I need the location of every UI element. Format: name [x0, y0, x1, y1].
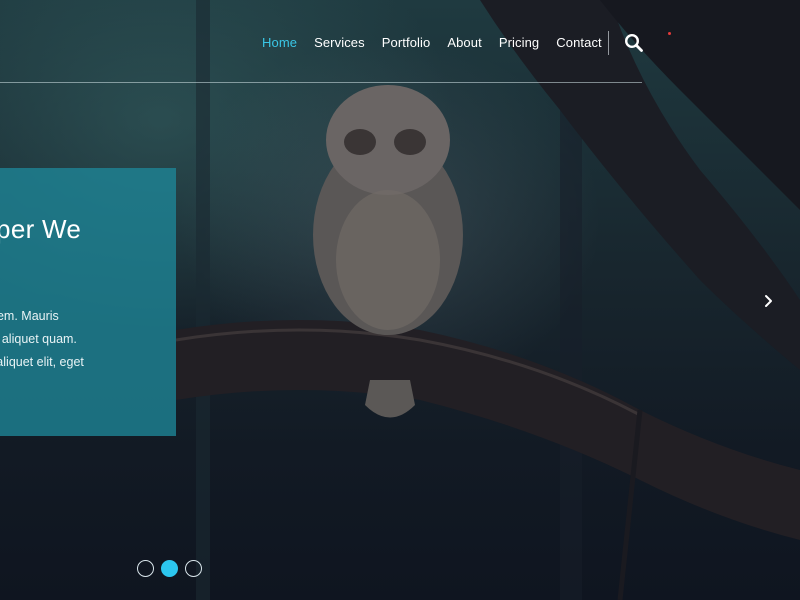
- slide-text-line: urabitur aliquet quam.: [0, 332, 77, 346]
- slide-text-line: blandit aliquet elit, eget: [0, 355, 84, 369]
- nav-item-pricing[interactable]: Pricing: [499, 30, 539, 56]
- slide-text: itor at sem. Mauris urabitur aliquet qua…: [0, 305, 176, 374]
- nav-item-services[interactable]: Services: [314, 30, 365, 56]
- slide-title: asper We: [0, 214, 82, 244]
- hero-slider: Home Services Portfolio About Pricing Co…: [0, 0, 800, 600]
- next-slide-button[interactable]: [762, 292, 776, 310]
- slide-text-line: itor at sem. Mauris: [0, 309, 59, 323]
- search-button[interactable]: [624, 33, 644, 53]
- nav-item-contact[interactable]: Contact: [556, 30, 602, 56]
- nav-item-portfolio[interactable]: Portfolio: [382, 30, 431, 56]
- nav-rule: [0, 82, 642, 83]
- carousel-dot-3[interactable]: [185, 560, 202, 577]
- carousel-pagination: [137, 560, 202, 577]
- nav-divider: [608, 31, 609, 55]
- carousel-dot-2[interactable]: [161, 560, 178, 577]
- nav-item-home[interactable]: Home: [262, 30, 297, 56]
- chevron-right-icon: [765, 295, 772, 307]
- search-icon: [624, 33, 643, 52]
- nav-item-about[interactable]: About: [447, 30, 481, 56]
- notification-dot: [668, 32, 671, 35]
- slide-caption: asper We itor at sem. Mauris urabitur al…: [0, 168, 176, 436]
- carousel-dot-1[interactable]: [137, 560, 154, 577]
- main-nav: Home Services Portfolio About Pricing Co…: [262, 30, 619, 56]
